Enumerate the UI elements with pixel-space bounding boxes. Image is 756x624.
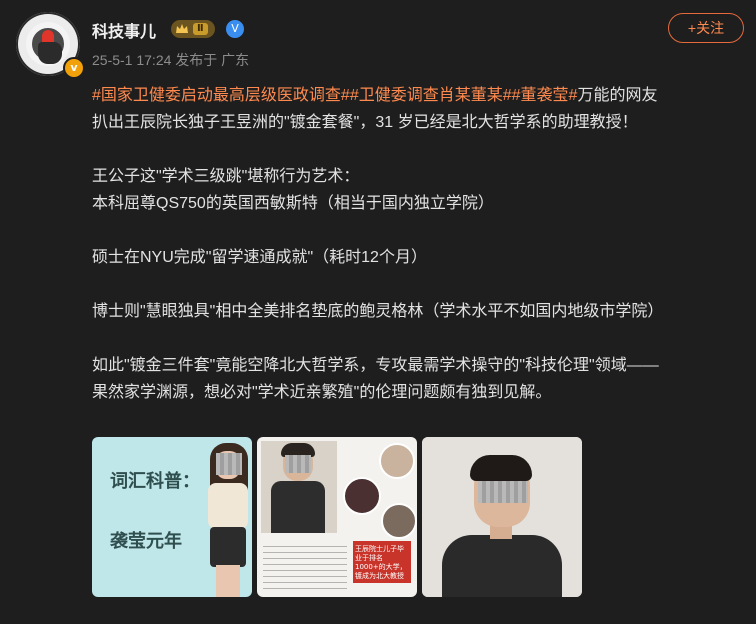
hashtag-link[interactable]: #国家卫健委启动最高层级医政调查#	[92, 87, 350, 104]
image-thumbnail-3[interactable]	[422, 437, 582, 597]
post-line-1: #国家卫健委启动最高层级医政调查##卫健委调查肖某董某##董袭莹#万能的网友	[92, 82, 744, 109]
post-line-5: 硕士在NYU完成"留学速通成就"（耗时12个月）	[92, 249, 427, 266]
figure-top	[208, 483, 248, 529]
mosaic-blur	[285, 455, 311, 473]
figure-skirt	[210, 527, 246, 567]
post-content: #国家卫健委启动最高层级医政调查##卫健委调查肖某董某##董袭莹#万能的网友 扒…	[92, 82, 744, 406]
verified-v-icon: v	[63, 57, 85, 79]
image-thumbnail-1[interactable]: 词汇科普： 袭莹元年	[92, 437, 252, 597]
level-number: Ⅱ	[193, 23, 208, 35]
figure-hair	[470, 455, 532, 481]
thumbnail-caption: 词汇科普：	[110, 471, 200, 491]
figure-body	[442, 535, 562, 597]
post-line-8: 果然家学渊源，想必对"学术近亲繁殖"的伦理问题颇有独到见解。	[92, 384, 552, 401]
thumbnail-caption: 袭莹元年	[110, 531, 182, 551]
portrait-circle	[381, 503, 417, 539]
post-line-2: 扒出王辰院长独子王昱洲的"镀金套餐"，31 岁已经是北大哲学系的助理教授！	[92, 114, 638, 131]
crown-icon	[176, 24, 188, 33]
figure-legs	[216, 565, 240, 597]
post-text: 万能的网友	[577, 87, 658, 104]
level-badge[interactable]: Ⅱ	[171, 20, 215, 38]
portrait-circle	[379, 443, 415, 479]
image-thumbnail-2[interactable]: 王辰院士儿子毕业于排名1000+的大学，镀成为北大教授	[257, 437, 417, 597]
post-line-3: 王公子这"学术三级跳"堪称行为艺术：	[92, 168, 360, 185]
post-meta: 25-5-1 17:24 发布于 广东	[92, 52, 250, 68]
post-line-4: 本科屈尊QS750的英国西敏斯特（相当于国内独立学院）	[92, 195, 494, 212]
red-caption-text: 王辰院士儿子毕业于排名1000+的大学，镀成为北大教授	[355, 545, 407, 580]
mosaic-blur	[216, 453, 242, 475]
username[interactable]: 科技事儿	[92, 18, 156, 42]
portrait-circle	[343, 477, 381, 515]
follow-button[interactable]: +关注	[668, 13, 744, 43]
verified-blue-icon[interactable]: V	[226, 20, 244, 38]
post-line-7: 如此"镀金三件套"竟能空降北大哲学系，专攻最需学术操守的"科技伦理"领域——	[92, 357, 659, 374]
mosaic-blur	[478, 481, 528, 503]
hashtag-link[interactable]: #卫健委调查肖某董某#	[350, 87, 512, 104]
figure-body	[271, 481, 325, 533]
avatar[interactable]: v	[16, 12, 85, 79]
post-line-6: 博士则"慧眼独具"相中全美排名垫底的鲍灵格林（学术水平不如国内地级市学院）	[92, 303, 664, 320]
hashtag-link[interactable]: #董袭莹#	[512, 87, 578, 104]
pointer-hand-icon	[38, 42, 62, 64]
text-lines	[263, 541, 347, 591]
image-gallery: 词汇科普： 袭莹元年 王辰院士儿子毕业于排名1000+的大学，镀成为北大教授	[92, 437, 582, 597]
